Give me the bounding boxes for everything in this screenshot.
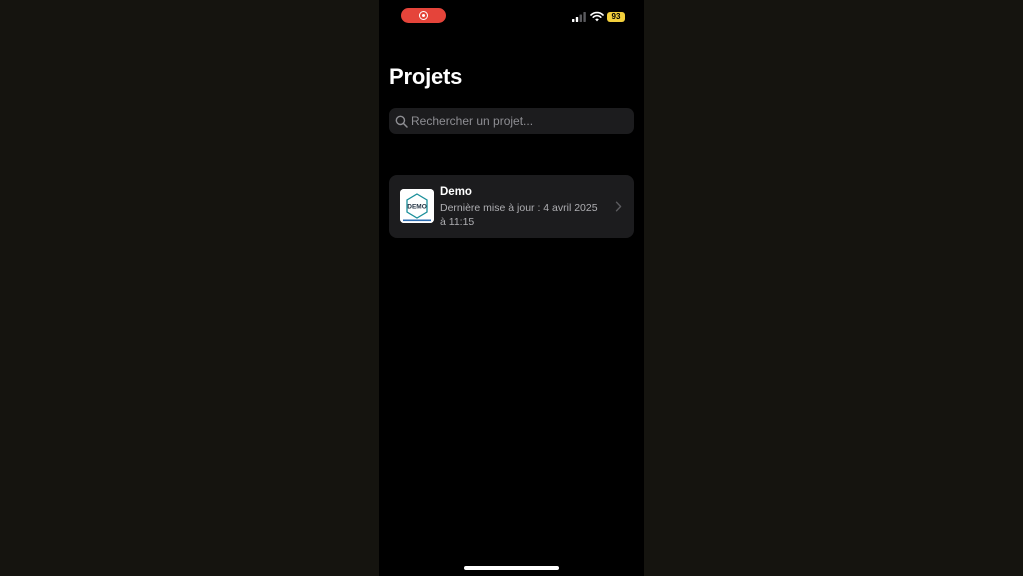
search-field[interactable]	[389, 108, 634, 134]
project-updated-line1: Dernière mise à jour : 4 avril 2025	[440, 202, 598, 214]
wifi-icon	[590, 11, 604, 22]
demo-logo-icon: DEMO	[400, 189, 434, 223]
phone-screen: 93 Projets DEMO Demo Dernière mise à jou…	[379, 0, 644, 576]
project-list-item[interactable]: DEMO Demo Dernière mise à jour : 4 avril…	[389, 175, 634, 238]
project-updated-text: Dernière mise à jour : 4 avril 2025 à 11…	[440, 201, 610, 229]
page-title: Projets	[389, 64, 463, 89]
screen-record-indicator[interactable]	[401, 8, 446, 23]
project-updated-line2: à 11:15	[440, 216, 475, 228]
thumbnail-text: DEMO	[407, 204, 427, 211]
cellular-signal-icon	[572, 12, 586, 22]
battery-level: 93	[611, 12, 621, 21]
project-name: Demo	[440, 186, 472, 198]
screen-record-icon	[419, 11, 428, 20]
home-indicator[interactable]	[464, 566, 559, 570]
chevron-right-icon	[615, 201, 622, 212]
search-input[interactable]	[411, 114, 621, 128]
project-thumbnail: DEMO	[400, 189, 434, 223]
battery-icon: 93	[607, 12, 625, 22]
search-icon	[395, 115, 408, 128]
status-bar: 93	[379, 0, 644, 34]
